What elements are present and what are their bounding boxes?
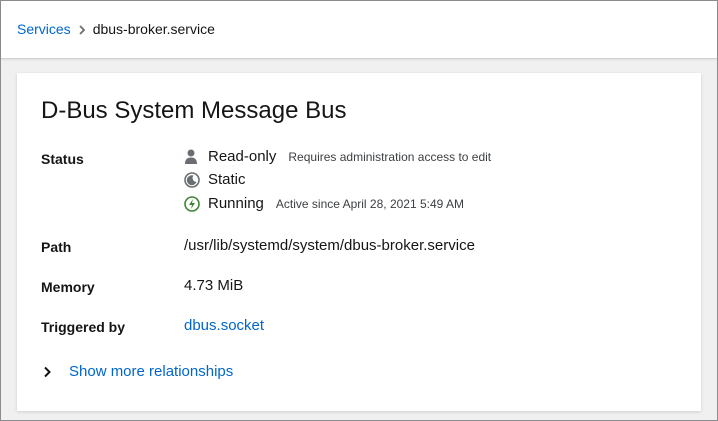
- status-read-only-text: Read-only: [208, 148, 277, 165]
- status-label: Status: [41, 151, 84, 167]
- chevron-right-icon: [71, 21, 93, 37]
- top-bar: Services dbus-broker.service: [1, 1, 717, 59]
- status-static: Static: [184, 171, 246, 188]
- service-details-card: D-Bus System Message Bus Status Read-onl…: [17, 73, 701, 411]
- status-running: Running Active since April 28, 2021 5:49…: [184, 195, 464, 212]
- status-static-text: Static: [208, 171, 246, 188]
- status-running-note: Active since April 28, 2021 5:49 AM: [275, 196, 464, 211]
- memory-value: 4.73 MiB: [184, 277, 244, 294]
- memory-label: Memory: [41, 279, 95, 295]
- service-title: D-Bus System Message Bus: [41, 97, 347, 124]
- breadcrumb: Services dbus-broker.service: [17, 21, 215, 37]
- running-bolt-icon: [184, 195, 200, 212]
- status-read-only-note: Requires administration access to edit: [288, 149, 492, 164]
- triggered-by-link[interactable]: dbus.socket: [184, 317, 264, 334]
- static-moon-icon: [184, 171, 200, 188]
- status-running-text: Running: [208, 195, 264, 212]
- triggered-by-label: Triggered by: [41, 319, 126, 335]
- path-label: Path: [41, 239, 72, 255]
- path-value: /usr/lib/systemd/system/dbus-broker.serv…: [184, 237, 475, 254]
- user-icon: [184, 149, 200, 165]
- breadcrumb-services-link[interactable]: Services: [17, 21, 71, 37]
- show-more-relationships-toggle[interactable]: Show more relationships: [43, 363, 233, 380]
- status-read-only: Read-only Requires administration access…: [184, 148, 491, 165]
- breadcrumb-current: dbus-broker.service: [92, 21, 215, 37]
- chevron-right-icon: [43, 366, 55, 378]
- show-more-relationships-label[interactable]: Show more relationships: [69, 363, 233, 380]
